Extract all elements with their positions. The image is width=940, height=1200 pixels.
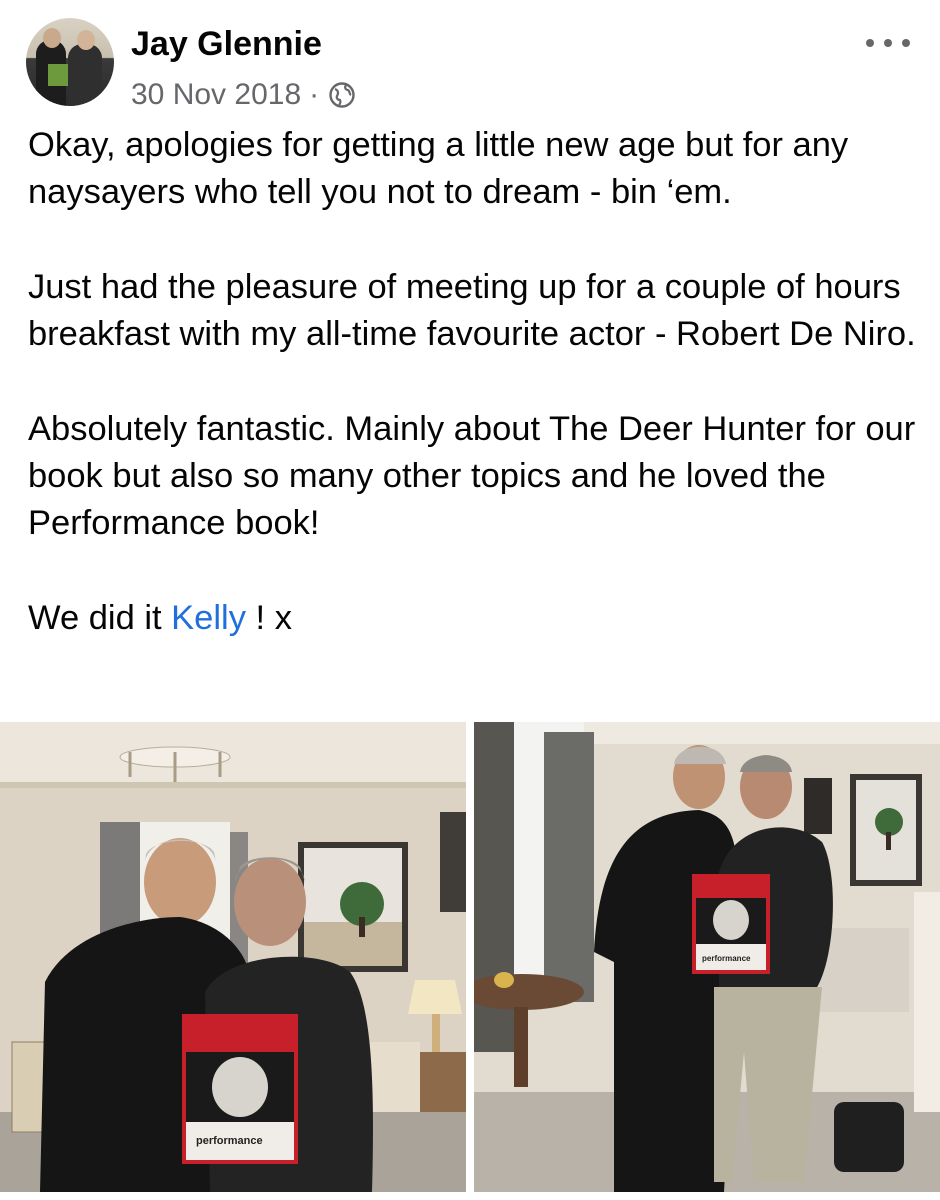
performance-book: performance: [692, 874, 770, 974]
more-dot: [866, 39, 874, 47]
book-title: performance: [702, 954, 751, 963]
post-closing: We did it Kelly ! x: [28, 595, 918, 642]
avatar-head-left: [43, 28, 61, 48]
photo-2-scene: performance: [474, 722, 940, 1192]
wall-painting: [298, 842, 408, 972]
post-paragraph: Just had the pleasure of meeting up for …: [28, 268, 916, 353]
post-paragraph: Absolutely fantastic. Mainly about The D…: [28, 410, 916, 542]
more-dot: [884, 39, 892, 47]
book-title: performance: [196, 1135, 263, 1147]
closing-prefix: We did it: [28, 599, 172, 637]
closing-suffix: ! x: [245, 599, 292, 637]
post-photo-2[interactable]: performance: [474, 722, 940, 1192]
avatar-book: [48, 64, 68, 86]
meta-separator: ·: [309, 78, 320, 111]
post-body: Okay, apologies for getting a little new…: [28, 122, 918, 642]
globe-icon[interactable]: [327, 80, 357, 110]
author-avatar[interactable]: [26, 18, 114, 106]
avatar-head-right: [77, 30, 95, 50]
post-meta: 30 Nov 2018 ·: [131, 76, 357, 114]
avatar-figure-right: [68, 44, 102, 106]
post-photo-1[interactable]: performance: [0, 722, 466, 1192]
author-name[interactable]: Jay Glennie: [131, 24, 322, 64]
post-paragraph: Okay, apologies for getting a little new…: [28, 126, 849, 211]
more-dot: [902, 39, 910, 47]
more-options-icon[interactable]: [866, 28, 910, 58]
performance-book: performance: [182, 1014, 298, 1164]
post-date[interactable]: 30 Nov 2018: [131, 76, 301, 114]
mention-link[interactable]: Kelly: [171, 599, 246, 637]
photo-1-scene: performance: [0, 722, 466, 1192]
